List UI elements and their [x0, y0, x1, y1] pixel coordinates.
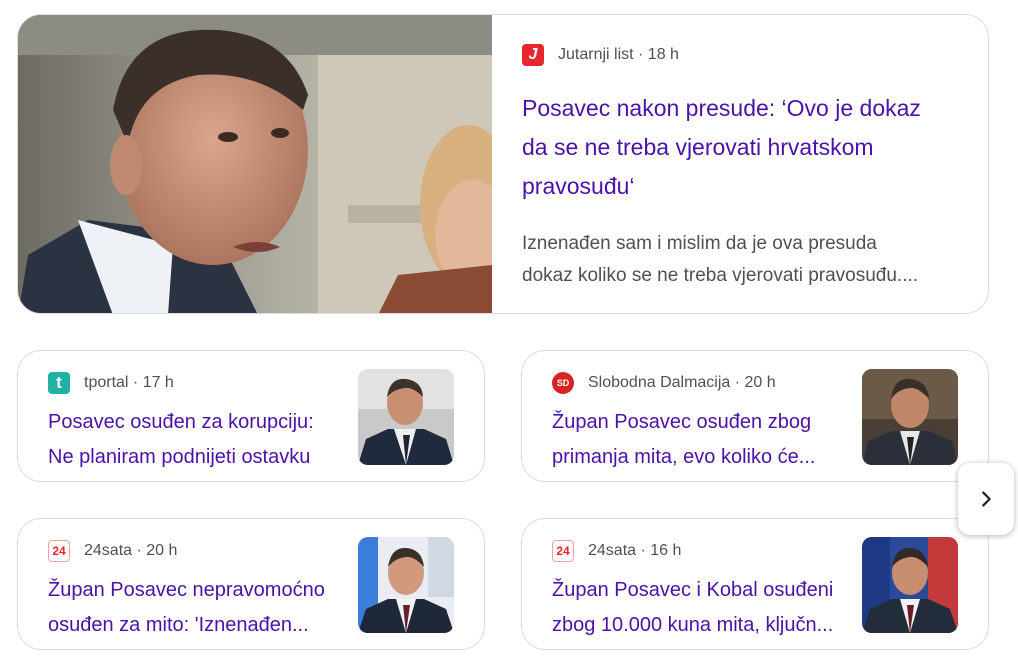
slobodna-dalmacija-favicon-icon: SD	[552, 372, 574, 394]
chevron-right-icon	[982, 491, 991, 507]
story-headline[interactable]: Župan Posavec nepravomoćno osuđen za mit…	[48, 573, 348, 643]
source-row: 24 24sata · 16 h	[552, 539, 852, 563]
story-thumbnail	[358, 369, 454, 465]
story-age: 20 h	[744, 374, 776, 391]
featured-news-card[interactable]: J Jutarnji list · 18 h Posavec nakon pre…	[17, 14, 989, 314]
story-thumbnail	[862, 369, 958, 465]
featured-headline[interactable]: Posavec nakon presude: ‘Ovo je dokaz da …	[522, 89, 958, 206]
story-headline[interactable]: Posavec osuđen za korupciju: Ne planiram…	[48, 405, 348, 475]
separator: ·	[730, 374, 745, 391]
separator: ·	[132, 542, 147, 559]
featured-snippet: Iznenađen sam i mislim da je ova presuda…	[522, 233, 919, 286]
24sata-favicon-icon: 24	[48, 540, 70, 562]
source-row: t tportal · 17 h	[48, 371, 348, 395]
story-thumbnail	[862, 537, 958, 633]
separator: ·	[128, 374, 143, 391]
source-row: 24 24sata · 20 h	[48, 539, 348, 563]
featured-source-row: J Jutarnji list · 18 h	[522, 43, 958, 67]
separator: ·	[636, 542, 651, 559]
source-name: Slobodna Dalmacija	[588, 374, 731, 391]
next-button[interactable]	[958, 463, 1014, 535]
story-headline[interactable]: Župan Posavec osuđen zbog primanja mita,…	[552, 405, 852, 475]
news-card-24sata-2[interactable]: 24 24sata · 16 h Župan Posavec i Kobal o…	[521, 518, 989, 650]
jutarnji-list-favicon-icon: J	[522, 44, 544, 66]
story-headline[interactable]: Župan Posavec i Kobal osuđeni zbog 10.00…	[552, 573, 852, 643]
news-card-tportal[interactable]: t tportal · 17 h Posavec osuđen za korup…	[17, 350, 485, 482]
news-card-24sata-1[interactable]: 24 24sata · 20 h Župan Posavec nepravomo…	[17, 518, 485, 650]
story-age: 16 h	[650, 542, 682, 559]
featured-text: J Jutarnji list · 18 h Posavec nakon pre…	[522, 43, 958, 292]
story-age: 17 h	[142, 374, 174, 391]
featured-source-name: Jutarnji list	[558, 46, 634, 63]
source-name: 24sata	[84, 542, 133, 559]
source-name: 24sata	[588, 542, 637, 559]
featured-age: 18 h	[647, 46, 679, 63]
source-row: SD Slobodna Dalmacija · 20 h	[552, 371, 852, 395]
news-card-slobodna-dalmacija[interactable]: SD Slobodna Dalmacija · 20 h Župan Posav…	[521, 350, 989, 482]
featured-photo	[18, 15, 492, 313]
24sata-favicon-icon: 24	[552, 540, 574, 562]
separator: ·	[633, 46, 648, 63]
story-age: 20 h	[146, 542, 178, 559]
source-name: tportal	[84, 374, 129, 391]
tportal-favicon-icon: t	[48, 372, 70, 394]
story-thumbnail	[358, 537, 454, 633]
